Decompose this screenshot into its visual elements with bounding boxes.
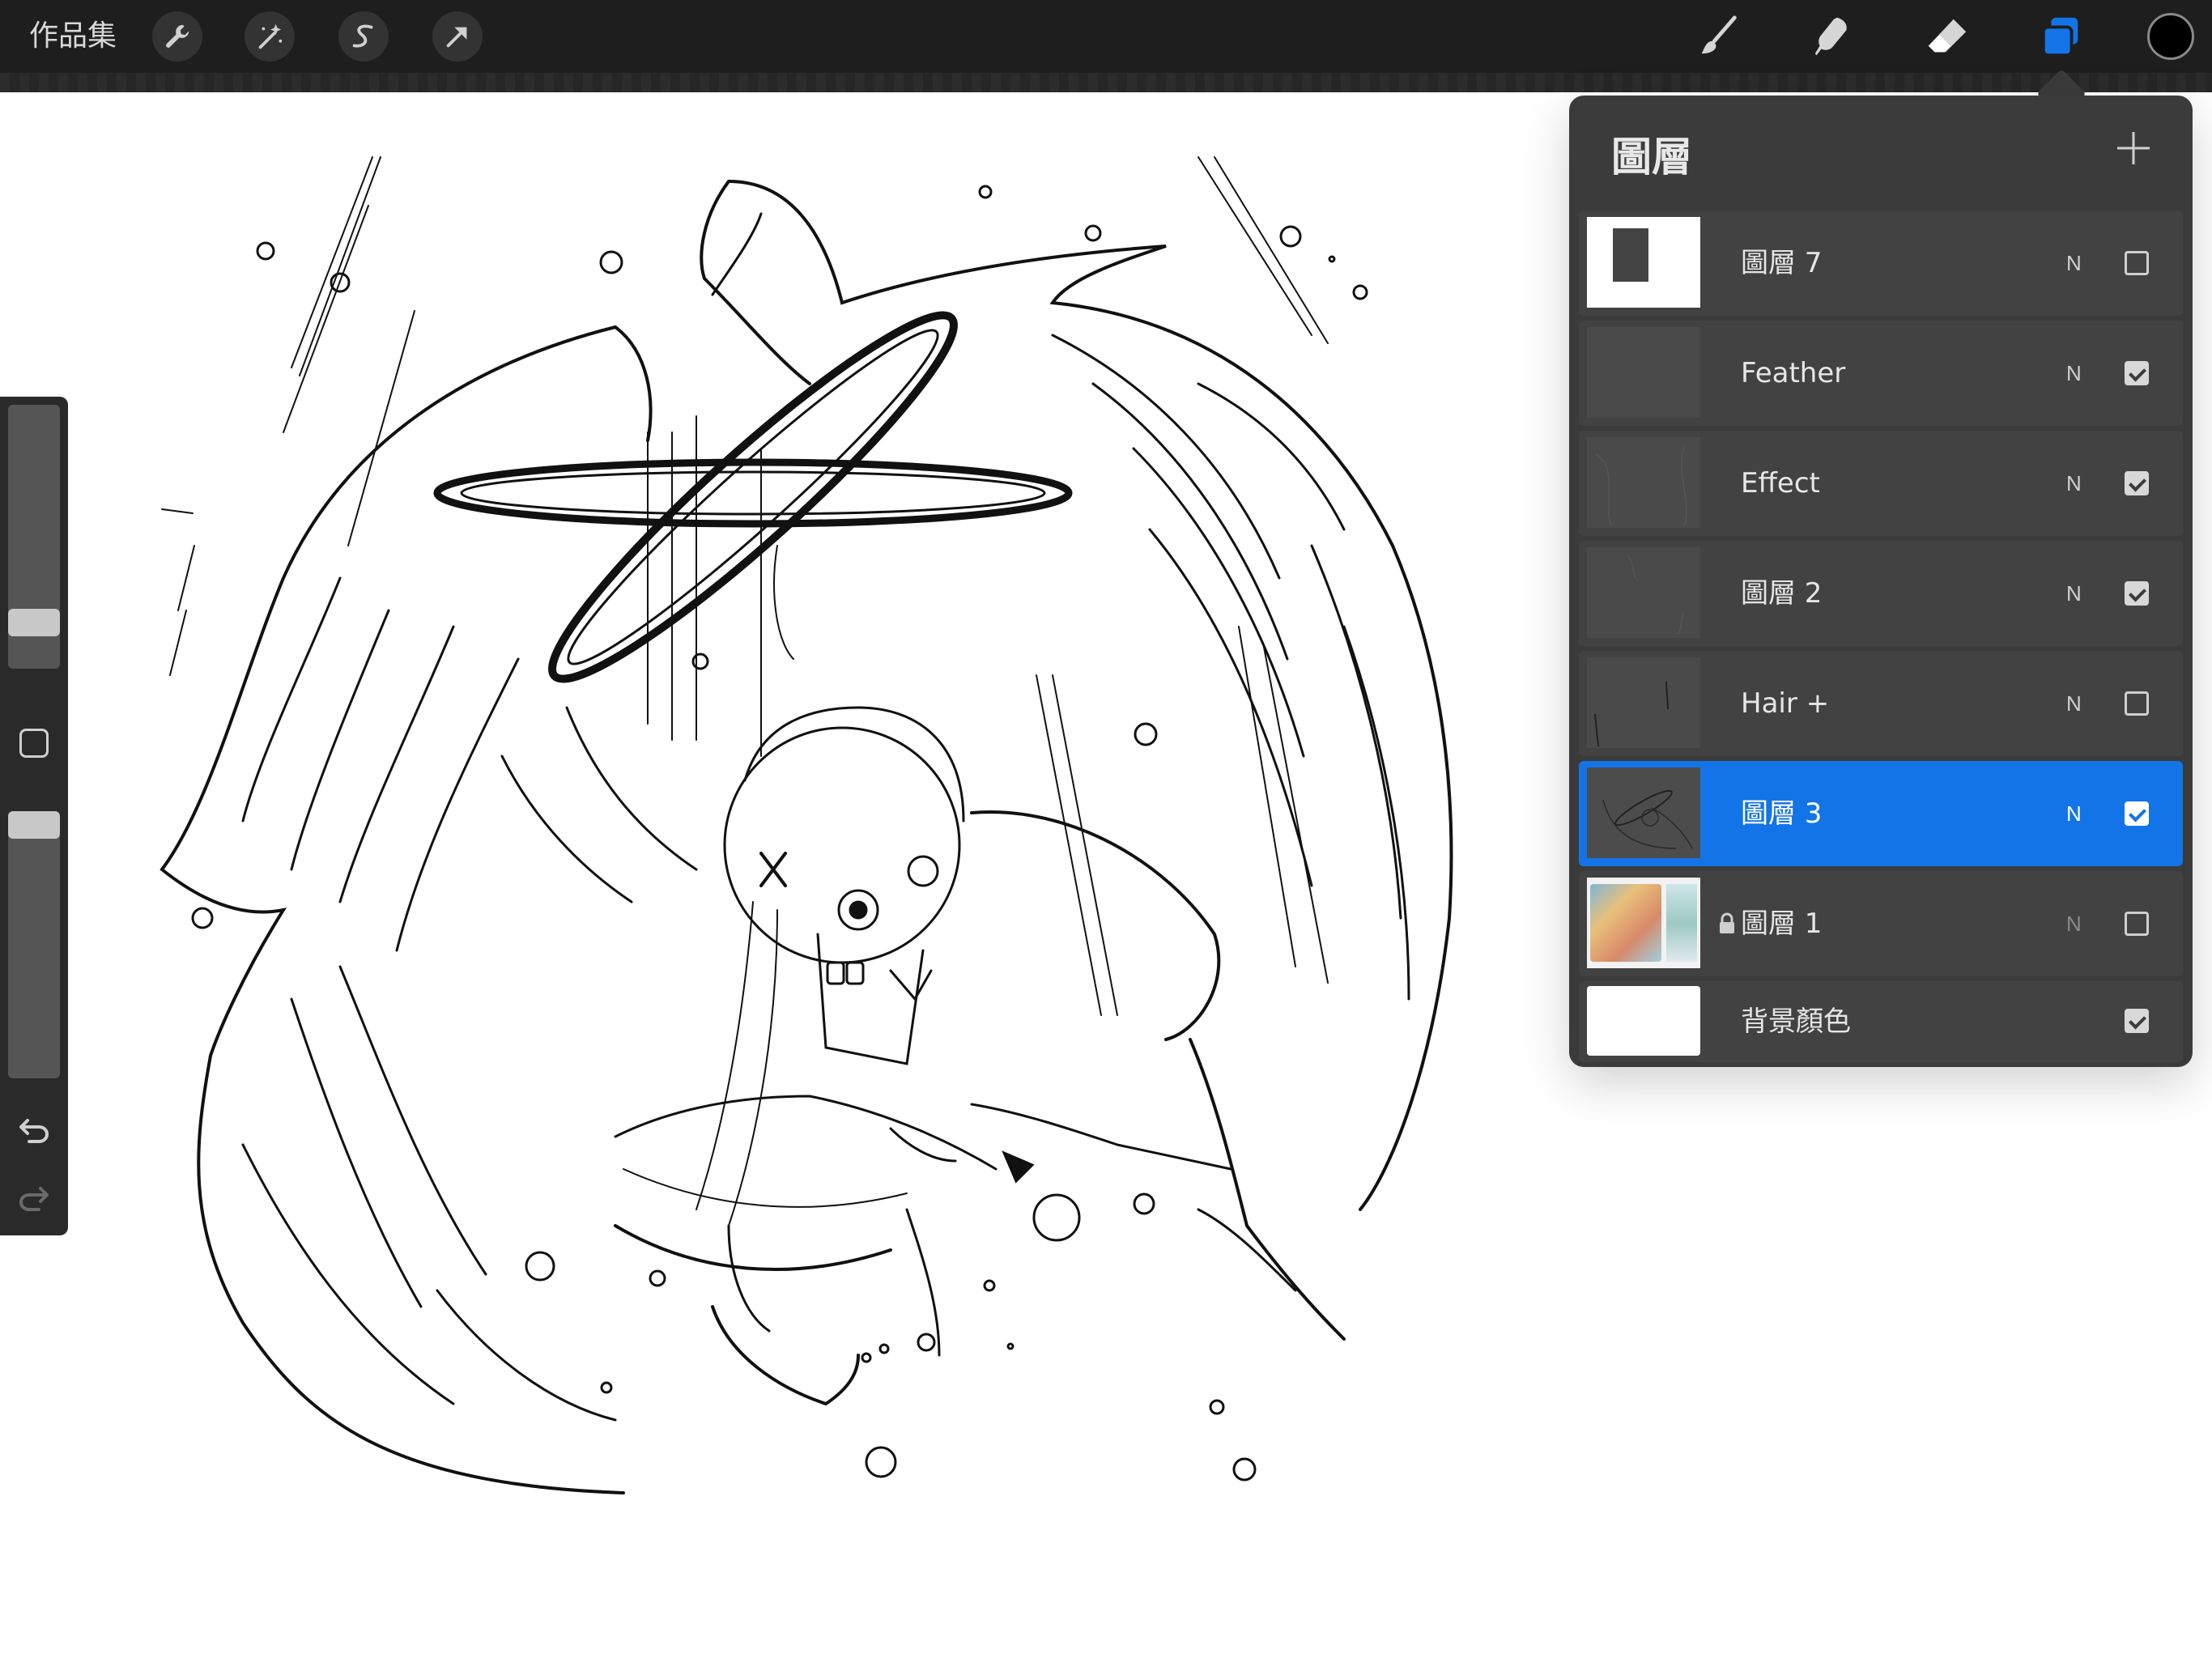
undo-icon — [19, 1119, 49, 1143]
lock-icon — [1720, 912, 1734, 933]
layer-name: 圖層 1 — [1741, 908, 1823, 940]
visibility-checkbox[interactable] — [2125, 801, 2149, 826]
selection-s-icon — [352, 24, 373, 48]
layer-thumbnail — [1587, 217, 1700, 308]
layer-row-active[interactable]: 圖層 3 N — [1579, 761, 2183, 866]
layer-row[interactable]: 圖層 2 N — [1579, 541, 2183, 646]
layer-name: 背景顏色 — [1741, 1005, 1851, 1038]
selection-button[interactable] — [338, 11, 389, 62]
redo-button[interactable] — [15, 1177, 53, 1216]
layer-name: Hair + — [1741, 687, 1830, 720]
layer-thumbnail — [1587, 657, 1700, 748]
brush-icon — [1701, 15, 1737, 54]
layer-name: Effect — [1741, 467, 1820, 500]
eraser-tool[interactable] — [1921, 10, 1974, 63]
layer-name: Feather — [1741, 357, 1846, 389]
layer-thumbnail — [1587, 327, 1700, 418]
redo-icon — [19, 1187, 49, 1211]
layers-tool[interactable] — [2034, 10, 2087, 63]
layer-thumbnail — [1587, 767, 1700, 858]
undo-button[interactable] — [15, 1109, 53, 1148]
blend-mode-button[interactable]: N — [2066, 651, 2082, 756]
actions-button[interactable] — [152, 11, 202, 62]
brush-size-thumb[interactable] — [8, 609, 60, 636]
layer-row[interactable]: Feather N — [1579, 321, 2183, 426]
blend-mode-button[interactable]: N — [2066, 210, 2082, 316]
left-sidebar — [0, 397, 68, 1235]
blend-mode-button[interactable]: N — [2066, 761, 2082, 866]
layer-name: 圖層 7 — [1741, 247, 1823, 279]
visibility-checkbox[interactable] — [2125, 361, 2149, 385]
transform-button[interactable] — [432, 11, 483, 62]
visibility-checkbox[interactable] — [2125, 691, 2149, 716]
adjustments-button[interactable] — [245, 11, 295, 62]
gallery-button[interactable]: 作品集 — [29, 16, 117, 57]
layer-row[interactable]: 圖層 7 N — [1579, 210, 2183, 316]
color-swatch[interactable] — [2147, 13, 2194, 60]
top-toolbar: 作品集 — [0, 0, 2212, 73]
layer-thumbnail — [1587, 878, 1700, 968]
visibility-checkbox[interactable] — [2125, 471, 2149, 495]
modify-square-icon[interactable] — [19, 729, 49, 758]
blend-mode-button[interactable]: N — [2066, 431, 2082, 536]
smudge-tool[interactable] — [1806, 10, 1859, 63]
smudge-icon — [1814, 17, 1847, 56]
blend-mode-button[interactable]: N — [2066, 321, 2082, 426]
layers-panel: 圖層 圖層 7 N Feather N Effect N 圖層 2 N Hair… — [1569, 96, 2193, 1067]
transform-arrow-icon — [446, 27, 467, 48]
visibility-checkbox[interactable] — [2125, 581, 2149, 606]
blend-mode-button[interactable]: N — [2066, 541, 2082, 646]
magic-wand-icon — [258, 23, 283, 49]
layer-name: 圖層 2 — [1741, 577, 1823, 610]
opacity-slider[interactable] — [8, 811, 60, 1078]
background-swatch[interactable] — [1587, 986, 1700, 1056]
visibility-checkbox[interactable] — [2125, 912, 2149, 936]
eraser-icon — [1928, 19, 1967, 53]
brush-tool[interactable] — [1692, 10, 1746, 63]
layers-icon — [2041, 17, 2078, 57]
layer-thumbnail — [1587, 547, 1700, 638]
visibility-checkbox[interactable] — [2125, 1009, 2149, 1033]
layer-thumbnail — [1587, 437, 1700, 528]
wrench-icon — [166, 24, 189, 48]
blend-mode-button[interactable]: N — [2066, 871, 2082, 976]
layer-row[interactable]: Hair + N — [1579, 651, 2183, 756]
plus-icon[interactable] — [2113, 128, 2154, 168]
layer-name: 圖層 3 — [1741, 797, 1823, 830]
opacity-thumb[interactable] — [8, 811, 60, 839]
layer-row[interactable]: Effect N — [1579, 431, 2183, 536]
layer-row[interactable]: 圖層 1 N — [1579, 871, 2183, 976]
toolbar-divider — [0, 73, 2212, 92]
panel-title: 圖層 — [1611, 134, 1692, 181]
visibility-checkbox[interactable] — [2125, 251, 2149, 275]
background-color-row[interactable]: 背景顏色 — [1579, 981, 2183, 1062]
